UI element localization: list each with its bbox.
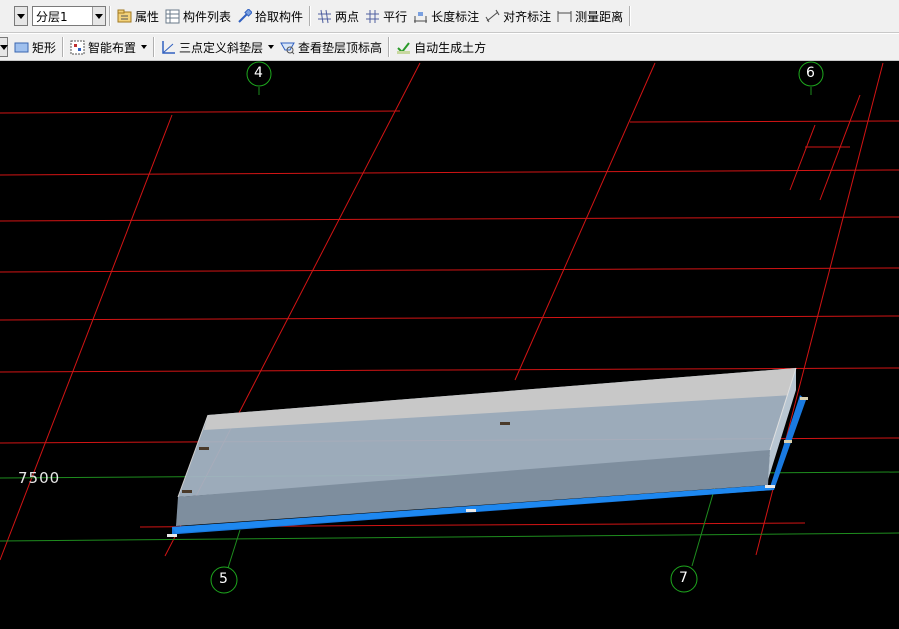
grid-line <box>514 62 656 381</box>
measure-distance-label: 测量距离 <box>575 9 624 24</box>
rectangle-icon <box>14 40 29 55</box>
auto-earthwork-label: 自动生成土方 <box>414 40 487 55</box>
parallel-button[interactable]: 平行 <box>362 5 410 27</box>
axis-label-7: 7 <box>679 570 688 586</box>
pick-component-label: 拾取构件 <box>255 9 304 24</box>
grip-marker <box>466 509 476 512</box>
parallel-icon <box>365 9 380 24</box>
pad-layer-slab[interactable] <box>167 367 808 537</box>
grip-marker <box>500 422 510 425</box>
two-points-button[interactable]: 两点 <box>314 5 362 27</box>
three-point-slope-icon <box>161 40 176 55</box>
auto-earthwork-button[interactable]: 自动生成土方 <box>393 36 489 58</box>
axis-label-4: 4 <box>254 65 263 81</box>
measure-distance-button[interactable]: 测量距离 <box>554 5 626 27</box>
grip-marker <box>784 440 792 443</box>
layer-left-dropdown[interactable] <box>14 6 28 26</box>
view-elevation-icon <box>280 40 295 55</box>
axis-label-6: 6 <box>806 65 815 81</box>
smart-layout-icon <box>70 40 85 55</box>
smart-layout-label: 智能布置 <box>88 40 137 55</box>
toolbar-draw: 矩形 智能布置 三点定义斜垫层 查看垫层顶标高 自动生成土方 <box>0 33 899 61</box>
aligned-dimension-button[interactable]: 对齐标注 <box>482 5 554 27</box>
grip-marker <box>182 490 192 493</box>
draw-mode-dropdown[interactable] <box>0 37 8 57</box>
caret-down-icon[interactable] <box>268 45 275 49</box>
separator <box>153 37 156 57</box>
viewport-canvas[interactable] <box>0 61 899 629</box>
ruler-icon <box>557 9 572 24</box>
cad-viewport[interactable]: 4 6 5 7 7500 <box>0 61 899 629</box>
grid-line <box>0 114 173 561</box>
list-icon <box>165 9 180 24</box>
grid-line <box>629 120 899 123</box>
component-list-button[interactable]: 构件列表 <box>162 5 234 27</box>
view-top-elevation-button[interactable]: 查看垫层顶标高 <box>277 36 385 58</box>
parallel-label: 平行 <box>383 9 408 24</box>
grid-line <box>227 529 241 569</box>
layer-select[interactable]: 分层1 <box>32 6 106 26</box>
grid-line <box>0 532 899 542</box>
three-point-slope-label: 三点定义斜垫层 <box>179 40 264 55</box>
grip-marker <box>765 485 775 488</box>
dimension-label: 7500 <box>18 469 61 487</box>
caret-down-icon[interactable] <box>141 45 148 49</box>
grip-marker <box>800 397 808 400</box>
chevron-down-icon[interactable] <box>15 7 27 25</box>
separator <box>62 37 65 57</box>
separator <box>629 6 632 26</box>
properties-icon <box>117 9 132 24</box>
grip-marker <box>167 534 177 537</box>
three-point-slope-button[interactable]: 三点定义斜垫层 <box>158 36 277 58</box>
aligned-dimension-label: 对齐标注 <box>503 9 552 24</box>
view-top-elevation-label: 查看垫层顶标高 <box>298 40 383 55</box>
rectangle-label: 矩形 <box>32 40 57 55</box>
chevron-down-icon[interactable] <box>92 7 105 25</box>
grid-line <box>0 216 899 222</box>
chevron-down-icon[interactable] <box>0 38 7 56</box>
two-points-label: 两点 <box>335 9 360 24</box>
grid-line <box>0 315 899 321</box>
eyedropper-icon <box>237 7 253 24</box>
properties-label: 属性 <box>135 9 160 24</box>
separator <box>109 6 111 26</box>
length-dimension-label: 长度标注 <box>431 9 480 24</box>
grid-line <box>0 110 401 114</box>
grid-line <box>0 267 899 273</box>
layer-select-value: 分层1 <box>36 9 68 24</box>
properties-button[interactable]: 属性 <box>114 5 162 27</box>
rectangle-button[interactable]: 矩形 <box>11 36 59 58</box>
grid-line <box>0 169 899 176</box>
separator <box>309 6 312 26</box>
axis-label-5: 5 <box>219 571 228 587</box>
pick-component-button[interactable]: 拾取构件 <box>234 5 306 27</box>
grip-marker <box>199 447 209 450</box>
grid-line <box>789 124 816 191</box>
length-dimension-button[interactable]: 长度标注 <box>410 5 482 27</box>
separator <box>388 37 391 57</box>
grid-line <box>691 486 716 567</box>
smart-layout-button[interactable]: 智能布置 <box>67 36 150 58</box>
checkmark-icon <box>396 40 411 55</box>
component-list-label: 构件列表 <box>183 9 232 24</box>
toolbar-top: 分层1 属性 构件列表 拾取构件 两点 平行 长度标注 对齐标注 测量距离 <box>0 0 899 33</box>
aligned-dimension-icon <box>485 9 500 24</box>
two-points-icon <box>317 9 332 24</box>
length-dimension-icon <box>413 9 428 24</box>
